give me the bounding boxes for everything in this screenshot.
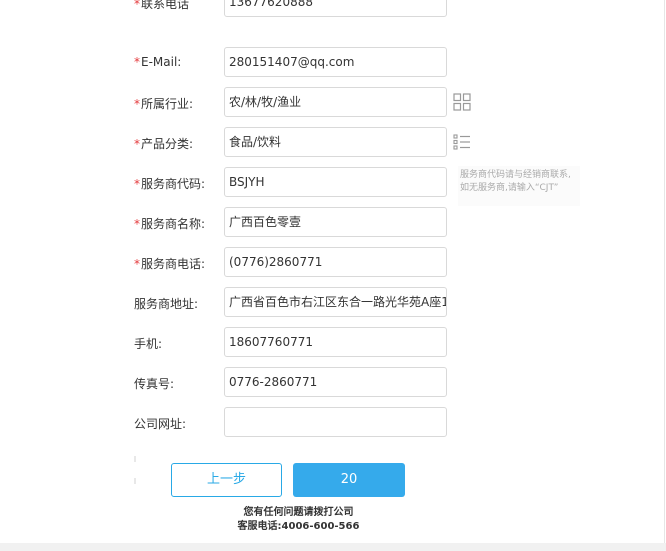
service-code-hint: 服务商代码请与经销商联系, 如无服务商,请输入“CJT” xyxy=(460,170,571,193)
form-row-contact-phone: *联系电话 13677620888 xyxy=(0,0,666,19)
service-address-input[interactable]: 广西省百色市右江区东合一路光华苑A座1号二楼 xyxy=(224,287,447,317)
form-row-service-address: 服务商地址: 广西省百色市右江区东合一路光华苑A座1号二楼 xyxy=(0,287,666,319)
service-name-label: *服务商名称: xyxy=(134,217,206,231)
next-step-button[interactable]: 20 xyxy=(293,463,405,497)
category-label: *产品分类: xyxy=(134,137,194,151)
form-row-industry: *所属行业: 农/林/牧/渔业 xyxy=(0,87,666,119)
form-row-website: 公司网址: xyxy=(0,407,666,439)
website-input[interactable] xyxy=(224,407,447,437)
industry-label: *所属行业: xyxy=(134,97,194,111)
service-code-input[interactable]: BSJYH xyxy=(224,167,447,197)
footer-hotline: 客服电话:4006-600-566 xyxy=(237,521,360,532)
grid-icon[interactable] xyxy=(453,93,471,111)
form-row-mobile: 手机: 18607760771 xyxy=(0,327,666,359)
email-input[interactable]: 280151407@qq.com xyxy=(224,47,447,77)
service-name-input[interactable]: 广西百色零壹 xyxy=(224,207,447,237)
form-row-category: *产品分类: 食品/饮料 xyxy=(0,127,666,159)
email-label: *E-Mail: xyxy=(134,55,182,69)
service-phone-label: *服务商电话: xyxy=(134,257,206,271)
form-row-fax: 传真号: 0776-2860771 xyxy=(0,367,666,399)
form-row-email: *E-Mail: 280151407@qq.com xyxy=(0,47,666,79)
service-address-label: 服务商地址: xyxy=(134,297,199,311)
fax-input[interactable]: 0776-2860771 xyxy=(224,367,447,397)
industry-input[interactable]: 农/林/牧/渔业 xyxy=(224,87,447,117)
service-code-label: *服务商代码: xyxy=(134,177,206,191)
service-phone-input[interactable]: (0776)2860771 xyxy=(224,247,447,277)
form-row-service-phone: *服务商电话: (0776)2860771 xyxy=(0,247,666,279)
list-icon[interactable] xyxy=(453,133,471,151)
mobile-input[interactable]: 18607760771 xyxy=(224,327,447,357)
mobile-label: 手机: xyxy=(134,337,163,351)
category-input[interactable]: 食品/饮料 xyxy=(224,127,447,157)
divider-mark xyxy=(134,456,136,462)
contact-phone-input[interactable]: 13677620888 xyxy=(224,0,447,17)
contact-phone-label: *联系电话 xyxy=(134,0,190,11)
form-row-service-name: *服务商名称: 广西百色零壹 xyxy=(0,207,666,239)
divider-mark xyxy=(134,478,136,484)
previous-step-button[interactable]: 上一步 xyxy=(171,463,282,497)
website-label: 公司网址: xyxy=(134,417,187,431)
bottom-strip xyxy=(0,543,666,551)
fax-label: 传真号: xyxy=(134,377,175,391)
footer-help-text: 您有任何问题请拨打公司 xyxy=(243,507,354,518)
